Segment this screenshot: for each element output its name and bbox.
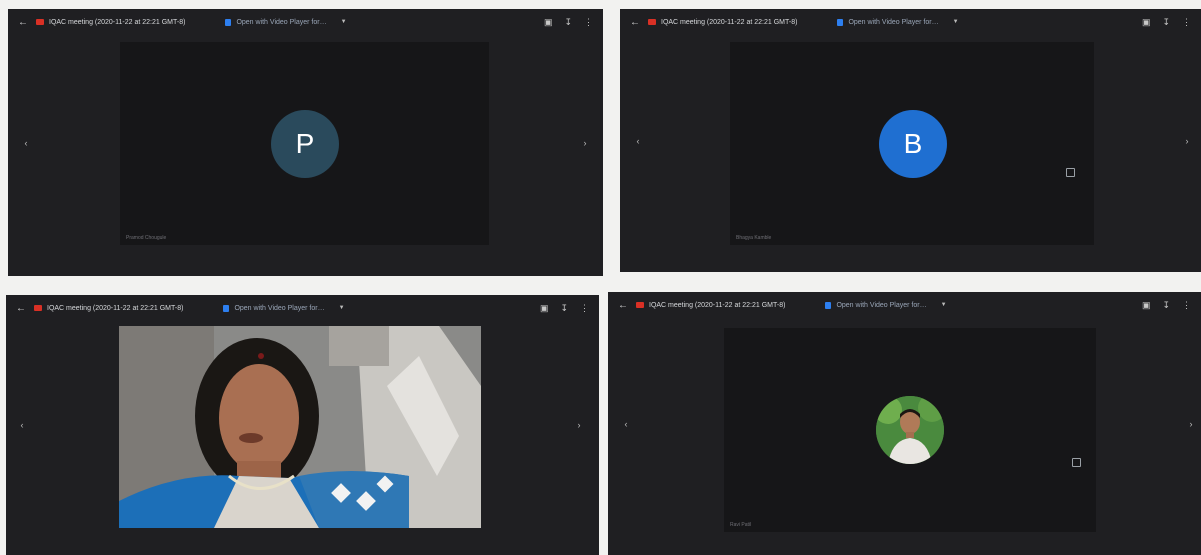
next-arrow-icon[interactable]: › <box>573 420 585 430</box>
toolbar-actions: ▣ ↧ ⋮ <box>544 9 593 35</box>
next-arrow-icon[interactable]: › <box>1181 136 1193 146</box>
open-with-label: Open with Video Player for… <box>848 18 939 26</box>
file-title: IQAC meeting (2020-11-22 at 22:21 GMT-8) <box>49 18 186 26</box>
open-with-button[interactable]: Open with Video Player for… ▼ <box>225 18 347 26</box>
open-with-label: Open with Video Player for… <box>236 18 327 26</box>
dropdown-icon[interactable]: ▼ <box>953 19 959 25</box>
toolbar-actions: ▣ ↧ ⋮ <box>1142 9 1191 35</box>
participant-name: Pramod Chougule <box>126 235 167 241</box>
viewer-toolbar: ← IQAC meeting (2020-11-22 at 22:21 GMT-… <box>8 9 603 35</box>
viewer-toolbar: ← IQAC meeting (2020-11-22 at 22:21 GMT-… <box>608 292 1201 318</box>
mouse-pointer-icon <box>1072 458 1081 467</box>
participant-avatar: P <box>271 110 339 178</box>
meeting-panel-1: ← IQAC meeting (2020-11-22 at 22:21 GMT-… <box>8 9 603 276</box>
toolbar-actions: ▣ ↧ ⋮ <box>1142 292 1191 318</box>
previous-arrow-icon[interactable]: ‹ <box>16 420 28 430</box>
file-title: IQAC meeting (2020-11-22 at 22:21 GMT-8) <box>649 301 786 309</box>
toolbar-actions: ▣ ↧ ⋮ <box>540 295 589 321</box>
previous-arrow-icon[interactable]: ‹ <box>20 138 32 148</box>
download-icon[interactable]: ↧ <box>564 17 572 28</box>
more-vert-icon[interactable]: ⋮ <box>1182 17 1191 28</box>
add-to-drive-icon[interactable]: ▣ <box>544 17 553 28</box>
download-icon[interactable]: ↧ <box>560 303 568 314</box>
previous-arrow-icon[interactable]: ‹ <box>632 136 644 146</box>
download-icon[interactable]: ↧ <box>1162 17 1170 28</box>
file-title: IQAC meeting (2020-11-22 at 22:21 GMT-8) <box>47 304 184 312</box>
open-with-button[interactable]: Open with Video Player for… ▼ <box>837 18 959 26</box>
video-file-icon <box>34 305 42 311</box>
woman-speaking-webcam <box>119 326 481 528</box>
dropdown-icon[interactable]: ▼ <box>339 305 345 311</box>
add-to-drive-icon[interactable]: ▣ <box>1142 17 1151 28</box>
back-arrow-icon[interactable]: ← <box>616 300 630 311</box>
dropdown-icon[interactable]: ▼ <box>341 19 347 25</box>
app-icon <box>225 18 232 26</box>
video-frame[interactable]: B Bhagya Kamble <box>730 42 1094 245</box>
viewer-toolbar: ← IQAC meeting (2020-11-22 at 22:21 GMT-… <box>6 295 599 321</box>
app-icon <box>223 304 230 312</box>
video-frame[interactable]: P Pramod Chougule <box>120 42 489 245</box>
video-file-icon <box>648 19 656 25</box>
mouse-pointer-icon <box>1066 168 1075 177</box>
add-to-drive-icon[interactable]: ▣ <box>540 303 549 314</box>
avatar-letter: B <box>903 128 923 159</box>
video-frame[interactable]: Ravi Patil <box>724 328 1096 532</box>
open-with-label: Open with Video Player for… <box>234 304 325 312</box>
open-with-button[interactable]: Open with Video Player for… ▼ <box>825 301 947 309</box>
add-to-drive-icon[interactable]: ▣ <box>1142 300 1151 311</box>
app-icon <box>825 301 832 309</box>
man-photo-avatar <box>876 396 944 464</box>
more-vert-icon[interactable]: ⋮ <box>1182 300 1191 311</box>
webcam-video[interactable] <box>119 326 481 528</box>
man-photo <box>876 396 944 464</box>
avatar-letter: P <box>295 128 315 159</box>
more-vert-icon[interactable]: ⋮ <box>580 303 589 314</box>
meeting-panel-2: ← IQAC meeting (2020-11-22 at 22:21 GMT-… <box>620 9 1201 272</box>
meeting-panel-4: ← IQAC meeting (2020-11-22 at 22:21 GMT-… <box>608 292 1201 555</box>
download-icon[interactable]: ↧ <box>1162 300 1170 311</box>
video-file-icon <box>36 19 44 25</box>
app-icon <box>837 18 844 26</box>
previous-arrow-icon[interactable]: ‹ <box>620 419 632 429</box>
dropdown-icon[interactable]: ▼ <box>941 302 947 308</box>
back-arrow-icon[interactable]: ← <box>16 17 30 28</box>
next-arrow-icon[interactable]: › <box>1185 419 1197 429</box>
participant-name: Ravi Patil <box>730 522 752 528</box>
more-vert-icon[interactable]: ⋮ <box>584 17 593 28</box>
back-arrow-icon[interactable]: ← <box>14 303 28 314</box>
file-title: IQAC meeting (2020-11-22 at 22:21 GMT-8) <box>661 18 798 26</box>
participant-avatar: B <box>879 110 947 178</box>
meeting-panel-3: ← IQAC meeting (2020-11-22 at 22:21 GMT-… <box>6 295 599 555</box>
video-file-icon <box>636 302 644 308</box>
next-arrow-icon[interactable]: › <box>579 138 591 148</box>
open-with-label: Open with Video Player for… <box>836 301 927 309</box>
participant-name: Bhagya Kamble <box>736 235 772 241</box>
viewer-toolbar: ← IQAC meeting (2020-11-22 at 22:21 GMT-… <box>620 9 1201 35</box>
back-arrow-icon[interactable]: ← <box>628 17 642 28</box>
open-with-button[interactable]: Open with Video Player for… ▼ <box>223 304 345 312</box>
